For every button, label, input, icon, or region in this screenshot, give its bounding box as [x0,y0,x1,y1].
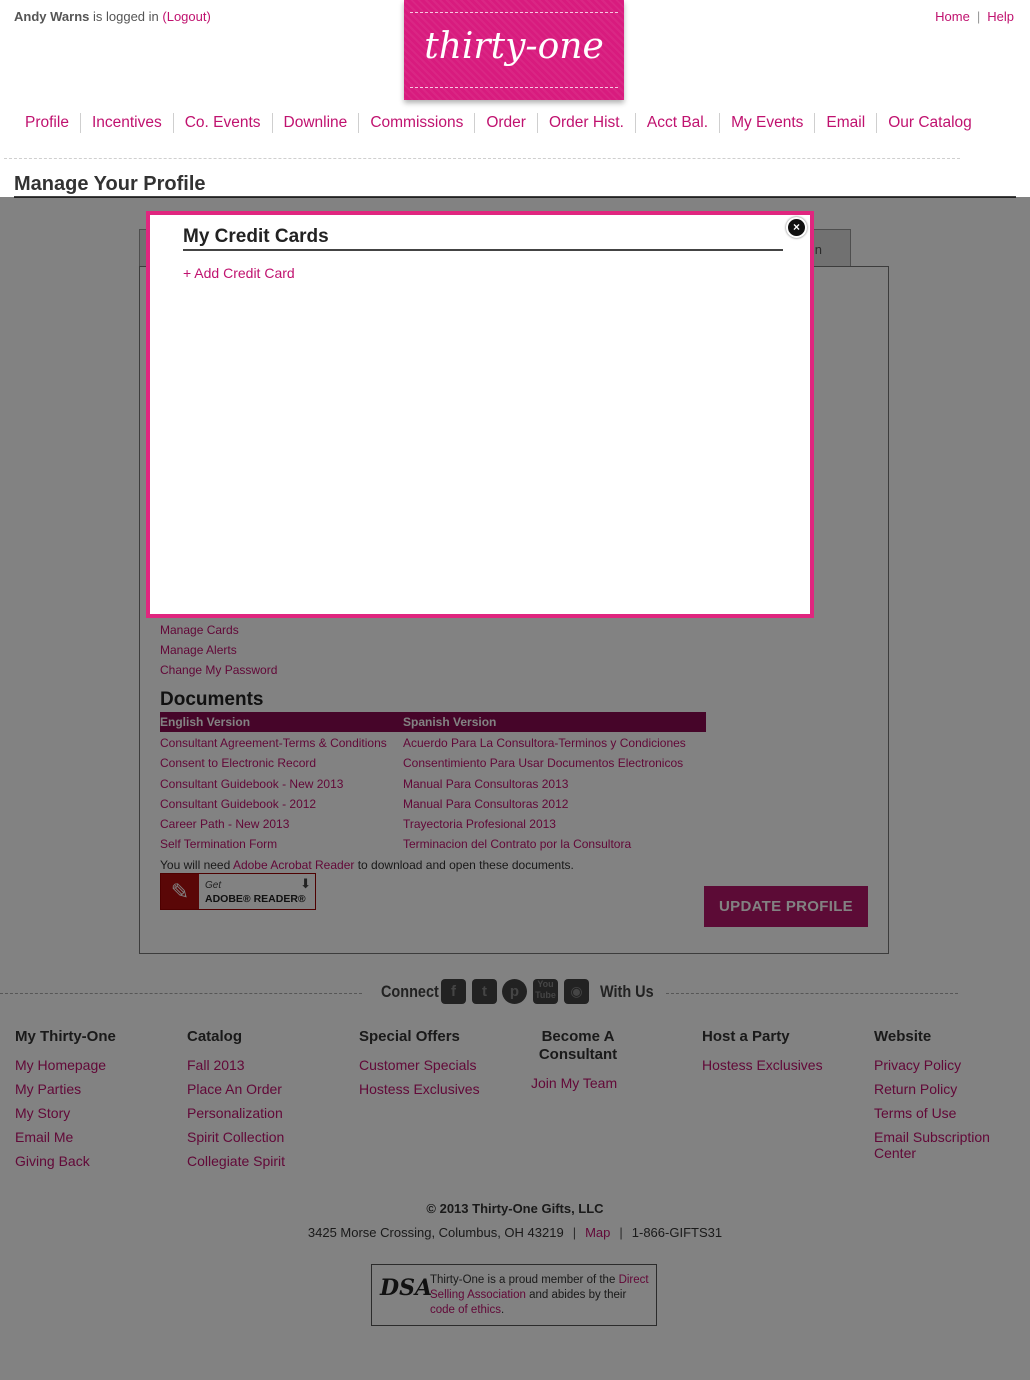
add-credit-card-link[interactable]: + Add Credit Card [183,265,295,281]
logout-link[interactable]: (Logout) [162,9,210,24]
user-name: Andy Warns [14,9,90,24]
logged-in-text: is logged in [92,9,159,24]
home-link[interactable]: Home [935,9,970,24]
help-link[interactable]: Help [987,9,1014,24]
divider: | [976,9,981,24]
logo-stitch [410,87,618,88]
nav-co-events[interactable]: Co. Events [172,113,272,133]
nav-email[interactable]: Email [814,113,876,133]
nav-profile[interactable]: Profile [12,113,80,133]
nav-divider [4,158,960,159]
nav-downline[interactable]: Downline [271,113,359,133]
nav-acct-bal[interactable]: Acct Bal. [634,113,719,133]
top-links: Home | Help [935,9,1014,24]
nav-order[interactable]: Order [474,113,537,133]
thirty-one-logo[interactable]: thirty-one [404,0,624,100]
close-icon[interactable]: × [786,217,807,238]
nav-order-hist[interactable]: Order Hist. [536,113,635,133]
main-nav: Profile Incentives Co. Events Downline C… [12,113,983,133]
logo-stitch [410,12,618,13]
modal-title: My Credit Cards [183,226,783,251]
nav-incentives[interactable]: Incentives [79,113,173,133]
login-status: Andy Warns is logged in (Logout) [14,9,211,24]
credit-cards-modal: My Credit Cards + Add Credit Card [146,211,814,618]
logo-text: thirty-one [424,26,604,67]
nav-commissions[interactable]: Commissions [358,113,474,133]
nav-my-events[interactable]: My Events [719,113,814,133]
page-title: Manage Your Profile [14,173,206,195]
nav-our-catalog[interactable]: Our Catalog [876,113,983,133]
